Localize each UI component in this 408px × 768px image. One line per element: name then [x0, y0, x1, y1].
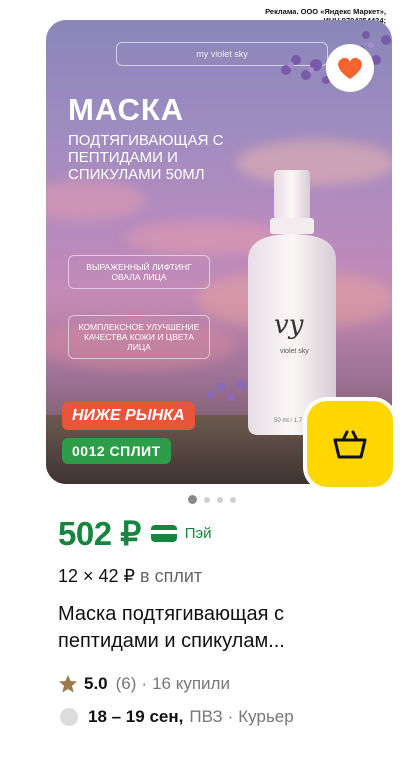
split-suffix: в сплит — [140, 566, 203, 586]
separator: · — [227, 707, 234, 726]
tag-below-market: НИЖЕ РЫНКА — [62, 402, 195, 430]
bought-count: 16 купили — [152, 674, 230, 693]
feature-badge-lifting: Выраженный лифтинг овала лица — [68, 255, 210, 289]
basket-icon — [333, 430, 367, 459]
carousel-dot — [230, 496, 236, 503]
carousel-dot — [188, 495, 197, 504]
card-icon — [150, 525, 177, 542]
bottle-illustration — [248, 170, 336, 435]
delivery-row: 18 – 19 сен, ПВЗ · Курьер — [58, 707, 294, 727]
price-row: 502 ₽ Пэй — [58, 514, 212, 553]
delivery-icon — [60, 708, 78, 726]
rating-score: 5.0 — [84, 674, 108, 693]
cloud-decor — [46, 180, 146, 220]
ad-disclaimer-line1: Реклама. ООО «Яндекс Маркет», — [265, 7, 386, 16]
tag-split: 0012 СПЛИТ — [62, 438, 171, 464]
bottle-size: 50 ml / 1.7 fl — [274, 418, 307, 424]
pay-label: Пэй — [184, 525, 212, 542]
split-amount: 12 × 42 ₽ — [58, 566, 136, 586]
carousel-dot — [217, 496, 223, 503]
delivery-pickup: ПВЗ — [189, 707, 223, 726]
star-icon — [59, 675, 77, 693]
rating-row: 5.0 (6) · 16 купили — [58, 674, 230, 694]
carousel-indicator — [188, 495, 236, 504]
rating-count: (6) — [115, 674, 137, 693]
image-subtitle: подтягивающая с пептидами и спикулами 50… — [68, 132, 224, 183]
heart-icon[interactable] — [324, 42, 376, 94]
feature-badge-quality: Комплексное улучшение качества кожи и цв… — [68, 315, 210, 359]
separator: · — [141, 674, 148, 693]
split-payment: 12 × 42 ₽ в сплит — [58, 566, 202, 587]
product-title[interactable]: Маска подтягивающая с пептидами и спикул… — [58, 601, 378, 655]
delivery-courier: Курьер — [238, 707, 294, 726]
add-to-cart-button[interactable] — [307, 401, 393, 487]
price: 502 ₽ — [58, 515, 141, 552]
bottle-logo: vy — [274, 310, 304, 340]
bottle-brand: violet sky — [280, 348, 309, 355]
carousel-dot — [204, 496, 210, 503]
image-title: МАСКА — [68, 92, 185, 127]
delivery-dates: 18 – 19 сен, — [88, 707, 184, 726]
